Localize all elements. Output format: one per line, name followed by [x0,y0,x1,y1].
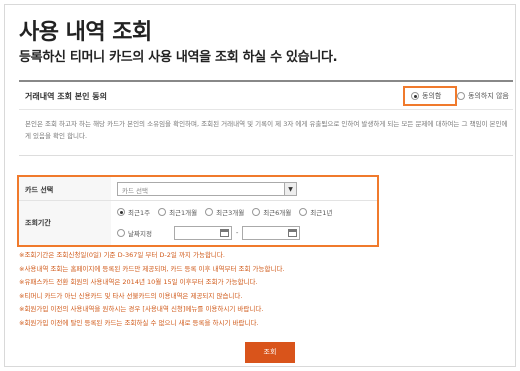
card-select-label: 카드 선택 [25,186,54,194]
note-item: ※조회기간은 조회신청일(0일) 기준 D-367일 부터 D-2일 까지 가능… [19,251,225,259]
period-options: 최근1주 최근1개월 최근3개월 최근6개월 최근1년 [117,207,332,217]
page-subtitle: 등록하신 티머니 카드의 사용 내역을 조회 하실 수 있습니다. [19,50,338,65]
agree-label: 동의함 [422,92,442,100]
end-date-input[interactable] [242,226,301,240]
consent-label: 거래내역 조회 본인 동의 [25,92,107,101]
card-select-value: 카드 선택 [122,187,148,195]
agree-radio[interactable] [411,92,419,100]
period-option-1w[interactable]: 최근1주 [117,207,150,217]
period-radio[interactable] [205,208,214,216]
period-label: 조회기간 [25,219,51,227]
period-radio[interactable] [299,208,308,216]
custom-date-row: 날짜지정 - [117,226,301,240]
period-option-label: 최근1주 [128,209,151,217]
calendar-icon[interactable] [288,229,298,237]
note-item: ※티머니 카드가 아닌 신용카드 및 타사 선불카드의 이용내역은 제공되지 않… [19,291,243,300]
period-radio[interactable] [117,229,125,237]
consent-header: 거래내역 조회 본인 동의 동의함 동의하지 않음 [19,82,513,110]
note-item: ※회원가입 이전에 탈인 등록된 카드는 조회하실 수 없으니 새로 등록을 하… [19,318,259,327]
period-radio[interactable] [158,208,167,216]
period-radio[interactable] [252,208,261,216]
period-option-6m[interactable]: 최근6개월 [252,207,291,217]
date-option-label: 날짜지정 [128,230,152,238]
note-item: ※유패스카드 전환 회원의 사용내역은 2014년 10월 15일 이후부터 조… [19,278,258,286]
period-option-3m[interactable]: 최근3개월 [205,207,244,217]
card-select[interactable]: 카드 선택 ▼ [117,182,297,196]
page-title: 사용 내역 조회 [19,20,152,45]
period-option-label: 최근1년 [310,209,333,217]
notes-list: ※조회기간은 조회신청일(0일) 기준 D-367일 부터 D-2일 까지 가능… [19,249,513,330]
chevron-down-icon[interactable]: ▼ [284,183,296,195]
note-item: ※사용내역 조회는 홈페이지에 등록된 카드만 제공되며, 카드 등록 이후 내… [19,264,285,273]
disagree-radio[interactable] [457,92,465,100]
consent-section: 거래내역 조회 본인 동의 동의함 동의하지 않음 본인은 조회 하고자 하는 … [19,80,513,156]
period-radio[interactable] [117,208,125,216]
disagree-radio-option[interactable]: 동의하지 않음 [457,91,509,101]
date-separator: - [235,229,239,237]
period-option-1y[interactable]: 최근1년 [299,207,332,217]
page-frame: 사용 내역 조회 등록하신 티머니 카드의 사용 내역을 조회 하실 수 있습니… [4,4,516,367]
search-button[interactable]: 조회 [245,342,295,363]
disagree-label: 동의하지 않음 [468,92,509,100]
card-select-row: 카드 선택 카드 선택 ▼ [19,177,377,201]
note-item: ※회원가입 이전의 사용내역을 원하시는 경우 [사용내역 신청]메뉴를 이용하… [19,305,264,313]
period-option-label: 최근3개월 [216,209,245,217]
period-row: 조회기간 최근1주 최근1개월 최근3개월 최근6개월 최근1년 날짜지정 - [19,201,377,245]
start-date-input[interactable] [173,226,232,240]
period-option-1m[interactable]: 최근1개월 [158,207,197,217]
agree-radio-option[interactable]: 동의함 [411,91,441,101]
period-option-label: 최근6개월 [263,209,292,217]
period-option-custom[interactable]: 날짜지정 [117,228,152,238]
search-form: 카드 선택 카드 선택 ▼ 조회기간 최근1주 최근1개월 최근3개월 최근6개… [17,175,379,247]
period-option-label: 최근1개월 [169,209,198,217]
calendar-icon[interactable] [219,229,229,237]
consent-text: 본인은 조회 하고자 하는 해당 카드가 본인의 소유임을 확인하며, 조회된 … [25,120,508,140]
